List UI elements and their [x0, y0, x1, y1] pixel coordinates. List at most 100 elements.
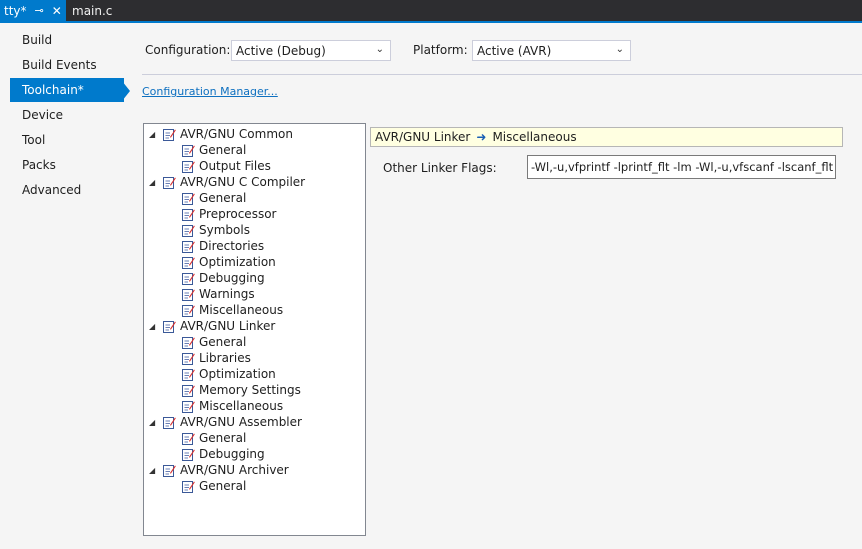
nav-item-packs[interactable]: Packs: [10, 153, 124, 177]
property-page-icon: [182, 256, 195, 269]
nav-item-tool[interactable]: Tool: [10, 128, 124, 152]
tree-node-label: Debugging: [199, 271, 265, 285]
property-page-icon: [163, 320, 176, 333]
configuration-dropdown[interactable]: Active (Debug) ⌄: [231, 40, 391, 61]
breadcrumb-child: Miscellaneous: [492, 130, 577, 144]
close-icon[interactable]: ✕: [52, 4, 62, 18]
document-tab-strip: tty* ⊸ ✕ main.c: [0, 0, 862, 21]
chevron-down-icon: ⌄: [375, 44, 384, 55]
tree-item-debugging[interactable]: Debugging: [182, 446, 265, 462]
tree-node-label: AVR/GNU Common: [180, 127, 293, 141]
tree-node-label: Symbols: [199, 223, 250, 237]
tree-item-libraries[interactable]: Libraries: [182, 350, 251, 366]
tree-item-memory-settings[interactable]: Memory Settings: [182, 382, 301, 398]
project-properties-nav: Build Build Events Toolchain* Device Too…: [0, 23, 132, 549]
pin-icon[interactable]: ⊸: [35, 4, 44, 17]
tree-group-avr-gnu-c-compiler[interactable]: ◢ AVR/GNU C Compiler: [149, 174, 305, 190]
platform-label: Platform:: [413, 43, 468, 57]
tree-node-label: Miscellaneous: [199, 399, 284, 413]
tree-node-label: AVR/GNU Linker: [180, 319, 276, 333]
tree-node-label: Memory Settings: [199, 383, 301, 397]
property-page-icon: [163, 128, 176, 141]
property-page-icon: [182, 224, 195, 237]
tree-node-label: AVR/GNU Archiver: [180, 463, 289, 477]
tree-node-label: AVR/GNU Assembler: [180, 415, 302, 429]
tree-node-label: General: [199, 335, 247, 349]
tree-node-label: Warnings: [199, 287, 255, 301]
tree-item-optimization[interactable]: Optimization: [182, 254, 276, 270]
tree-group-avr-gnu-common[interactable]: ◢ AVR/GNU Common: [149, 126, 293, 142]
tree-item-debugging[interactable]: Debugging: [182, 270, 265, 286]
tree-item-output-files[interactable]: Output Files: [182, 158, 271, 174]
expander-triangle-icon[interactable]: ◢: [149, 178, 159, 187]
platform-dropdown[interactable]: Active (AVR) ⌄: [472, 40, 631, 61]
property-page-icon: [182, 336, 195, 349]
breadcrumb: AVR/GNU Linker ➜ Miscellaneous: [370, 127, 843, 147]
property-page-icon: [163, 416, 176, 429]
expander-triangle-icon[interactable]: ◢: [149, 418, 159, 427]
expander-triangle-icon[interactable]: ◢: [149, 466, 159, 475]
tree-item-preprocessor[interactable]: Preprocessor: [182, 206, 276, 222]
other-linker-flags-label: Other Linker Flags:: [383, 161, 497, 175]
tab-main-c-label: main.c: [72, 3, 113, 18]
expander-triangle-icon[interactable]: ◢: [149, 322, 159, 331]
tree-group-avr-gnu-archiver[interactable]: ◢ AVR/GNU Archiver: [149, 462, 289, 478]
property-page-icon: [182, 144, 195, 157]
property-page-icon: [182, 400, 195, 413]
tree-node-label: Output Files: [199, 159, 271, 173]
tree-node-label: Preprocessor: [199, 207, 277, 221]
tree-item-symbols[interactable]: Symbols: [182, 222, 250, 238]
tab-main-c[interactable]: main.c: [72, 0, 112, 21]
tree-item-miscellaneous[interactable]: Miscellaneous: [182, 302, 283, 318]
property-page-icon: [182, 240, 195, 253]
tree-group-avr-gnu-linker[interactable]: ◢ AVR/GNU Linker: [149, 318, 275, 334]
nav-item-build-events[interactable]: Build Events: [10, 53, 124, 77]
tree-item-miscellaneous[interactable]: Miscellaneous: [182, 398, 283, 414]
nav-item-build[interactable]: Build: [10, 28, 124, 52]
toolchain-tree[interactable]: ◢ AVR/GNU Common General Output Files ◢ AVR/G…: [143, 123, 366, 536]
selection-pointer-icon: [122, 81, 130, 101]
property-page-icon: [163, 176, 176, 189]
property-page-icon: [182, 160, 195, 173]
chevron-down-icon: ⌄: [615, 44, 624, 55]
nav-item-toolchain[interactable]: Toolchain*: [10, 78, 124, 102]
platform-value: Active (AVR): [477, 43, 552, 58]
tree-item-general[interactable]: General: [182, 334, 246, 350]
property-page-icon: [182, 480, 195, 493]
tree-item-general[interactable]: General: [182, 478, 246, 494]
property-page-icon: [182, 272, 195, 285]
tree-node-label: General: [199, 431, 247, 445]
tree-item-optimization[interactable]: Optimization: [182, 366, 276, 382]
tree-node-label: Miscellaneous: [199, 303, 284, 317]
tree-group-avr-gnu-assembler[interactable]: ◢ AVR/GNU Assembler: [149, 414, 302, 430]
breadcrumb-parent: AVR/GNU Linker: [375, 130, 471, 144]
tree-node-label: Directories: [199, 239, 265, 253]
tab-tty[interactable]: tty* ⊸ ✕: [0, 0, 66, 21]
tree-item-directories[interactable]: Directories: [182, 238, 264, 254]
nav-item-device[interactable]: Device: [10, 103, 124, 127]
tree-node-label: Libraries: [199, 351, 251, 365]
property-page-icon: [182, 288, 195, 301]
tree-item-general[interactable]: General: [182, 142, 246, 158]
configuration-value: Active (Debug): [236, 43, 326, 58]
arrow-right-icon: ➜: [476, 130, 487, 144]
tree-node-label: General: [199, 143, 247, 157]
tree-item-general[interactable]: General: [182, 190, 246, 206]
tree-item-general[interactable]: General: [182, 430, 246, 446]
expander-triangle-icon[interactable]: ◢: [149, 130, 159, 139]
property-page-icon: [182, 352, 195, 365]
tree-node-label: Optimization: [199, 367, 276, 381]
property-page-icon: [182, 384, 195, 397]
property-page-icon: [163, 464, 176, 477]
tree-item-warnings[interactable]: Warnings: [182, 286, 255, 302]
other-linker-flags-input[interactable]: -Wl,-u,vfprintf -lprintf_flt -lm -Wl,-u,…: [527, 155, 836, 179]
tree-node-label: Optimization: [199, 255, 276, 269]
property-page-icon: [182, 432, 195, 445]
tree-node-label: Debugging: [199, 447, 265, 461]
configuration-manager-link[interactable]: Configuration Manager...: [142, 85, 278, 98]
nav-item-advanced[interactable]: Advanced: [10, 178, 124, 202]
configuration-label: Configuration:: [145, 43, 231, 57]
property-page-icon: [182, 448, 195, 461]
property-page-icon: [182, 368, 195, 381]
property-page-icon: [182, 192, 195, 205]
